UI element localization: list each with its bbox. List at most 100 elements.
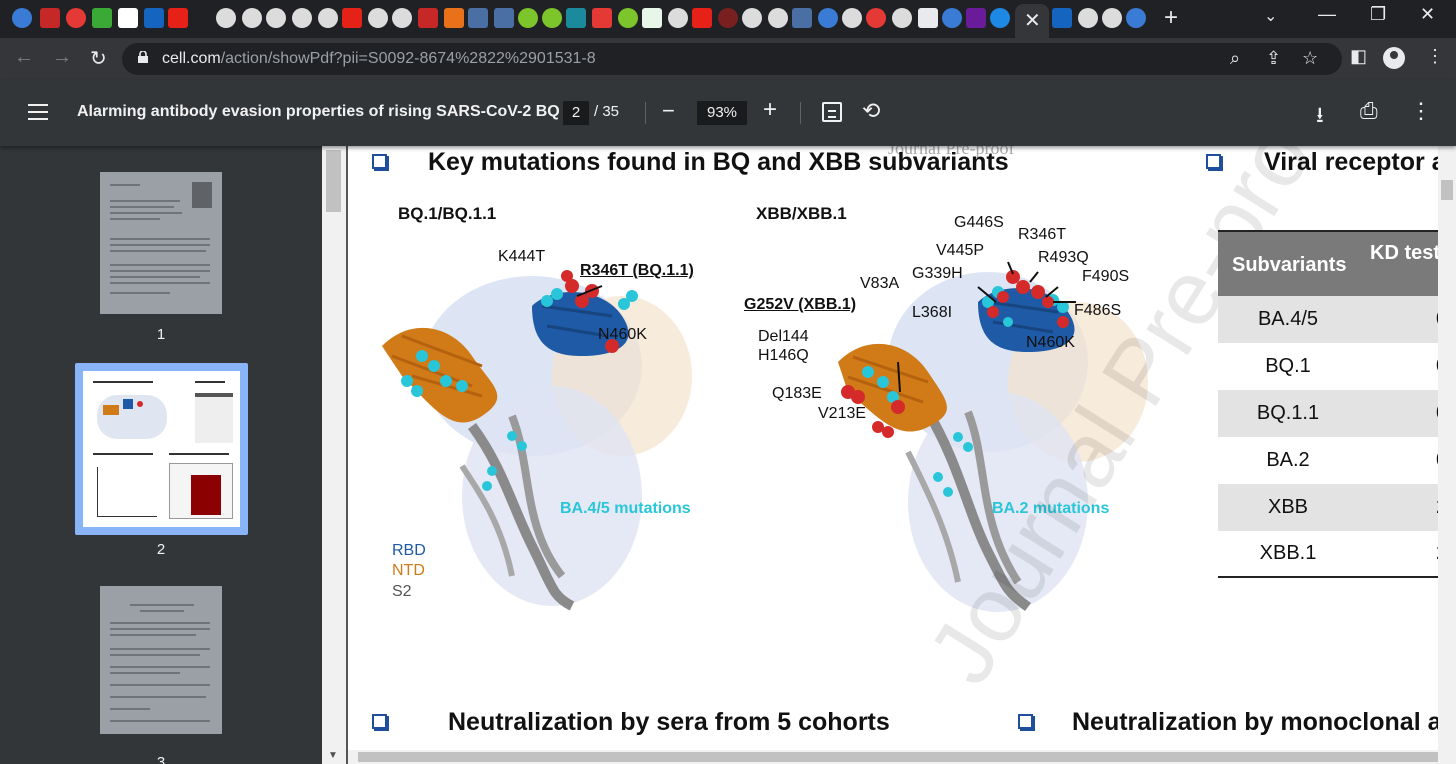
divider <box>800 102 801 124</box>
tab-favicon-icon[interactable] <box>242 8 262 28</box>
new-tab-button[interactable]: + <box>1164 4 1178 32</box>
tab-favicon-icon[interactable] <box>168 8 188 28</box>
forward-icon[interactable]: → <box>52 46 72 69</box>
page-thumbnail-1[interactable] <box>100 172 222 314</box>
table-row: XBB 2 <box>1218 484 1456 531</box>
tab-favicon-icon[interactable] <box>118 8 138 28</box>
table-cell: BA.2 <box>1266 449 1310 471</box>
reload-icon[interactable]: ↻ <box>90 46 107 71</box>
tab-favicon-icon[interactable] <box>468 8 488 28</box>
zoom-in-button[interactable]: + <box>763 96 777 124</box>
tab-favicon-icon[interactable] <box>12 8 32 28</box>
tab-favicon-icon[interactable] <box>92 8 112 28</box>
restore-icon[interactable]: ❐ <box>1370 4 1386 25</box>
lock-icon[interactable] <box>138 51 148 63</box>
tab-favicon-icon[interactable] <box>1052 8 1072 28</box>
scrollbar-thumb[interactable] <box>358 752 1438 762</box>
table-cell: XBB.1 <box>1259 542 1317 564</box>
browser-menu-icon[interactable]: ⋮ <box>1426 46 1444 67</box>
background-mutations-label: BA.4/5 mutations <box>560 500 691 517</box>
close-tab-icon[interactable]: ✕ <box>1024 8 1041 33</box>
table-row: XBB.1 2 <box>1218 530 1456 577</box>
download-icon[interactable]: ⭳ <box>1316 98 1324 136</box>
panel-title-bq: BQ.1/BQ.1.1 <box>398 204 497 223</box>
tab-favicon-icon[interactable] <box>892 8 912 28</box>
zoom-out-button[interactable]: − <box>662 98 675 124</box>
profile-avatar[interactable] <box>1383 47 1405 69</box>
tab-favicon-icon[interactable] <box>642 8 662 28</box>
close-window-icon[interactable]: ✕ <box>1420 4 1435 25</box>
tab-favicon-icon[interactable] <box>718 8 738 28</box>
scroll-down-arrow-icon[interactable]: ▼ <box>328 750 338 761</box>
tab-favicon-icon[interactable] <box>392 8 412 28</box>
tab-favicon-icon[interactable] <box>692 8 712 28</box>
tab-favicon-icon[interactable] <box>418 8 438 28</box>
tab-favicon-icon[interactable] <box>768 8 788 28</box>
side-panel-icon[interactable]: ◧ <box>1350 46 1367 67</box>
tab-favicon-icon[interactable] <box>990 8 1010 28</box>
scrollbar-thumb[interactable] <box>326 150 341 212</box>
thumbnail-label: 3 <box>156 754 166 764</box>
tab-favicon-icon[interactable] <box>566 8 586 28</box>
tab-favicon-icon[interactable] <box>144 8 164 28</box>
tab-favicon-icon[interactable] <box>318 8 338 28</box>
section-bullet-icon <box>1018 714 1033 729</box>
url-text[interactable]: cell.com/action/showPdf?pii=S0092-8674%2… <box>162 50 596 68</box>
tab-favicon-icon[interactable] <box>518 8 538 28</box>
tab-favicon-icon[interactable] <box>918 8 938 28</box>
page-total: / 35 <box>594 103 620 120</box>
rotate-icon[interactable]: ⟲ <box>862 98 880 124</box>
fit-page-icon[interactable] <box>822 102 842 122</box>
bookmark-star-icon[interactable]: ☆ <box>1302 48 1318 69</box>
share-icon[interactable]: ⇪ <box>1266 48 1281 69</box>
more-options-icon[interactable]: ⋮ <box>1410 98 1432 124</box>
minimize-icon[interactable]: — <box>1318 4 1336 25</box>
tab-favicon-icon[interactable] <box>368 8 388 28</box>
thumbnail-label: 1 <box>156 326 166 343</box>
divider <box>645 102 646 124</box>
tab-favicon-icon[interactable] <box>542 8 562 28</box>
zoom-icon[interactable]: ⌕ <box>1230 48 1240 69</box>
page-thumbnail-3[interactable] <box>100 586 222 734</box>
mutation-label: L368I <box>912 304 953 321</box>
tab-favicon-icon[interactable] <box>668 8 688 28</box>
tab-favicon-icon[interactable] <box>1078 8 1098 28</box>
tab-favicon-icon[interactable] <box>592 8 612 28</box>
tab-favicon-icon[interactable] <box>1102 8 1122 28</box>
page-number-input[interactable]: 2 <box>563 101 589 125</box>
tab-favicon-icon[interactable] <box>742 8 762 28</box>
back-icon[interactable]: ← <box>14 46 34 69</box>
thumbnail-label: 2 <box>156 541 166 558</box>
page-horizontal-scrollbar[interactable] <box>348 750 1456 764</box>
page-vertical-scrollbar[interactable] <box>1438 146 1456 764</box>
tab-favicon-icon[interactable] <box>1126 8 1146 28</box>
tab-favicon-icon[interactable] <box>494 8 514 28</box>
tab-favicon-icon[interactable] <box>342 8 362 28</box>
tab-favicon-icon[interactable] <box>618 8 638 28</box>
tab-favicon-icon[interactable] <box>842 8 862 28</box>
tab-favicon-icon[interactable] <box>216 8 236 28</box>
tab-favicon-icon[interactable] <box>266 8 286 28</box>
tab-favicon-icon[interactable] <box>66 8 86 28</box>
section-title-sera: Neutralization by sera from 5 cohorts <box>448 708 890 736</box>
zoom-level-input[interactable]: 93% <box>697 101 747 125</box>
table-cell: BQ.1 <box>1265 355 1311 377</box>
tab-favicon-icon[interactable] <box>292 8 312 28</box>
address-bar[interactable]: cell.com/action/showPdf?pii=S0092-8674%2… <box>122 43 1342 75</box>
tab-favicon-icon[interactable] <box>444 8 464 28</box>
menu-icon[interactable] <box>28 104 48 120</box>
table-cell: XBB <box>1267 496 1309 518</box>
active-tab[interactable]: ✕ <box>1015 4 1049 38</box>
tab-favicon-icon[interactable] <box>792 8 812 28</box>
table-row: BQ.1.1 0 <box>1218 390 1456 437</box>
tab-favicon-icon[interactable] <box>866 8 886 28</box>
tab-favicon-icon[interactable] <box>40 8 60 28</box>
tab-search-chevron-icon[interactable]: ⌄ <box>1264 6 1277 26</box>
tab-favicon-icon[interactable] <box>966 8 986 28</box>
tab-favicon-icon[interactable] <box>818 8 838 28</box>
page-thumbnail-2[interactable] <box>83 371 240 527</box>
tab-favicon-icon[interactable] <box>942 8 962 28</box>
sidebar-scrollbar[interactable]: ▼ <box>322 146 346 764</box>
print-icon[interactable]: ⎙ <box>1360 98 1378 124</box>
scrollbar-thumb[interactable] <box>1441 180 1453 200</box>
